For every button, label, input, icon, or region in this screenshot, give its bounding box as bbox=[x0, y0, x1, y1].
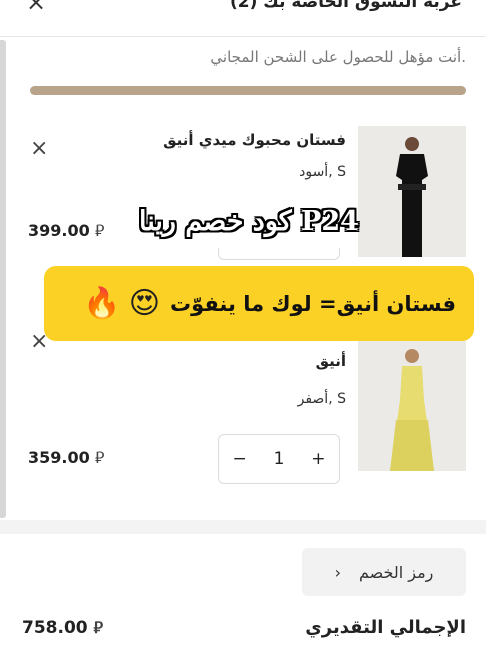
estimated-total-label: الإجمالي التقديري bbox=[305, 617, 466, 638]
discount-code-button[interactable]: › رمز الخصم bbox=[302, 548, 466, 596]
scrollbar[interactable] bbox=[0, 40, 6, 518]
banner-text: فستان أنيق= لوك ما ينفوّت bbox=[170, 291, 456, 316]
item-price: 399.00 ⃁ bbox=[28, 221, 104, 241]
cart-title: عربة التسوق الخاصة بك (2) bbox=[229, 0, 462, 12]
product-image-black-dress[interactable] bbox=[358, 126, 466, 257]
shipping-progress-bar bbox=[30, 86, 466, 95]
remove-item-icon[interactable]: × bbox=[30, 138, 48, 160]
item-variant: أسود, S bbox=[299, 164, 346, 180]
quantity-stepper[interactable] bbox=[218, 248, 340, 260]
item-price: 359.00 ⃁ bbox=[28, 448, 104, 468]
currency-icon: ⃁ bbox=[94, 448, 105, 467]
close-cart-icon[interactable]: × bbox=[26, 0, 46, 14]
price-value: 399.00 bbox=[28, 221, 90, 240]
discount-label: رمز الخصم bbox=[359, 562, 434, 582]
promo-banner: 🔥 😍 فستان أنيق= لوك ما ينفوّت bbox=[44, 266, 474, 341]
promo-code-overlay: كود خصم رينا P24 bbox=[139, 206, 359, 237]
total-amount: 758.00 bbox=[22, 618, 88, 638]
black-dress-figure-icon bbox=[358, 126, 466, 257]
minus-button[interactable]: − bbox=[232, 449, 246, 469]
currency-icon: ⃁ bbox=[94, 221, 105, 240]
quantity-value: 1 bbox=[273, 449, 285, 469]
yellow-dress-figure-icon bbox=[358, 340, 466, 471]
chevron-icon: › bbox=[334, 562, 341, 582]
item-name[interactable]: فستان محبوك ميدي أنيق bbox=[163, 131, 346, 149]
quantity-stepper[interactable]: − 1 + bbox=[218, 434, 340, 484]
section-divider bbox=[0, 520, 486, 534]
heart-eyes-emoji-icon: 😍 bbox=[128, 285, 161, 321]
product-image-yellow-dress[interactable] bbox=[358, 340, 466, 471]
currency-icon: ⃁ bbox=[93, 618, 104, 637]
free-shipping-message: أنت مؤهل للحصول على الشحن المجاني. bbox=[210, 48, 466, 66]
header-divider bbox=[0, 36, 486, 37]
price-value: 359.00 bbox=[28, 448, 90, 467]
fire-emoji-icon: 🔥 bbox=[83, 285, 121, 321]
item-name[interactable]: أنيق bbox=[316, 352, 346, 370]
item-variant: أصفر, S bbox=[297, 391, 346, 407]
plus-button[interactable]: + bbox=[311, 449, 325, 469]
estimated-total-value: 758.00 ⃁ bbox=[22, 618, 103, 638]
